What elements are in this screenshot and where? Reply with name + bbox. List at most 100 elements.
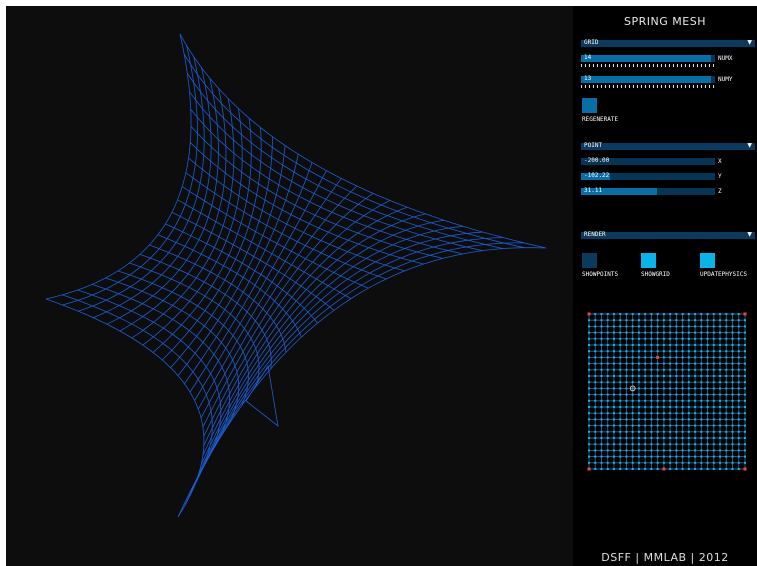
grid-node [744, 399, 746, 402]
updatephysics-toggle[interactable] [700, 253, 715, 268]
fixed-point [656, 355, 660, 359]
grid-node [737, 406, 740, 408]
grid-node [712, 368, 715, 371]
grid-node [694, 375, 697, 377]
grid-node [669, 325, 672, 328]
grid-editor[interactable] [582, 307, 752, 475]
fixed-point [587, 467, 591, 471]
grid-node [731, 362, 734, 365]
grid-node [625, 381, 628, 384]
tick-mark [621, 64, 622, 67]
group-header-render[interactable]: RENDER ▼ [581, 231, 755, 239]
group-header-grid[interactable]: GRID ▼ [581, 39, 755, 47]
tick-mark [669, 85, 670, 88]
grid-node [719, 344, 722, 346]
grid-node [637, 418, 640, 421]
tick-mark [697, 64, 698, 67]
grid-node [725, 443, 728, 446]
showgrid-toggle[interactable] [641, 253, 656, 268]
grid-node [625, 387, 628, 390]
grid-node [725, 455, 728, 458]
grid-node [612, 331, 615, 334]
grid-node [656, 399, 659, 402]
grid-node [606, 430, 609, 433]
numx-slider[interactable]: 14 [581, 54, 715, 62]
point-z-slider[interactable]: 31.11 [581, 187, 715, 195]
grid-node [687, 356, 690, 359]
grid-node [706, 430, 709, 433]
tick-mark [653, 85, 654, 88]
grid-node [706, 356, 709, 359]
grid-node [719, 337, 722, 340]
grid-node [619, 381, 622, 384]
grid-node [656, 344, 659, 346]
grid-node [644, 399, 647, 402]
grid-node [612, 337, 615, 340]
grid-node [712, 437, 715, 439]
grid-node [719, 424, 722, 427]
mesh-line [45, 298, 205, 518]
collapse-arrow-icon[interactable]: ▼ [747, 231, 752, 239]
grid-node [681, 461, 684, 464]
tick-mark [665, 85, 666, 88]
mesh-viewport[interactable] [6, 6, 573, 566]
grid-node [669, 461, 672, 464]
point-y-slider[interactable]: -102.22 [581, 172, 715, 180]
tick-mark [593, 85, 594, 88]
grid-node [637, 461, 640, 464]
tick-mark [637, 64, 638, 67]
grid-node [588, 424, 590, 427]
tick-mark [705, 85, 706, 88]
grid-node [725, 381, 728, 384]
grid-node [662, 424, 665, 427]
grid-node [725, 331, 728, 334]
grid-node [637, 455, 640, 458]
footer-credits: DSFF | MMLAB | 2012 [601, 551, 729, 564]
grid-node [612, 461, 615, 464]
grid-node [719, 356, 722, 359]
grid-node [656, 418, 659, 421]
grid-node [631, 387, 634, 390]
grid-node [606, 387, 609, 390]
showpoints-toggle[interactable] [582, 253, 597, 268]
numy-slider[interactable]: 13 [581, 75, 715, 83]
grid-node [669, 430, 672, 433]
mesh-line [183, 53, 525, 249]
grid-node [681, 331, 684, 334]
grid-node [588, 387, 590, 390]
spring-mesh-render[interactable] [6, 6, 573, 566]
grid-node [725, 350, 728, 353]
grid-node [737, 362, 740, 365]
grid-node [687, 319, 690, 322]
collapse-arrow-icon[interactable]: ▼ [747, 39, 752, 47]
grid-node [631, 337, 634, 340]
grid-node [737, 418, 740, 421]
collapse-arrow-icon[interactable]: ▼ [747, 142, 752, 150]
tick-mark [589, 85, 590, 88]
grid-node [681, 387, 684, 390]
grid-node [712, 319, 715, 322]
grid-node [637, 437, 640, 439]
grid-node [712, 325, 715, 328]
grid-node [737, 313, 740, 315]
grid-node [731, 381, 734, 384]
grid-node [594, 313, 597, 315]
tick-mark [705, 64, 706, 67]
grid-node [594, 319, 597, 322]
grid-node [650, 319, 653, 322]
group-header-point[interactable]: POINT ▼ [581, 142, 755, 150]
grid-node [637, 350, 640, 353]
grid-node [631, 418, 634, 421]
point-x-slider[interactable]: -200.00 [581, 157, 715, 165]
grid-node [644, 331, 647, 334]
grid-node [731, 356, 734, 359]
grid-node [731, 325, 734, 328]
grid-node [619, 449, 622, 452]
grid-node [588, 362, 590, 365]
regenerate-button[interactable] [582, 98, 597, 113]
grid-node [669, 443, 672, 446]
grid-node [625, 368, 628, 371]
grid-node [725, 362, 728, 365]
grid-node [606, 362, 609, 365]
grid-node [612, 356, 615, 359]
